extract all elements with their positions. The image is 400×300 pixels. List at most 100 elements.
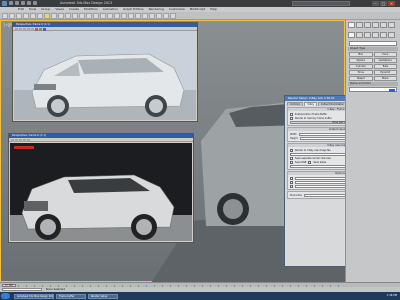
- display-tab-icon[interactable]: [380, 22, 387, 28]
- maximize-icon[interactable]: □: [380, 1, 387, 6]
- unlink-button[interactable]: [23, 13, 29, 19]
- close-icon[interactable]: ×: [388, 1, 395, 6]
- undo-icon[interactable]: [27, 1, 31, 5]
- geosphere-button[interactable]: GeoSphere: [373, 58, 397, 63]
- lights-icon[interactable]: [364, 32, 371, 38]
- green-channel-icon[interactable]: [39, 27, 42, 31]
- save-image-icon[interactable]: [15, 27, 18, 31]
- command-panel: Object Type Box Cone Sphere GeoSphere Cy…: [345, 20, 400, 282]
- option-checkbox-1[interactable]: [290, 176, 293, 180]
- width-label: Width: [290, 132, 297, 136]
- red-channel-icon[interactable]: [35, 27, 38, 31]
- move-button[interactable]: [65, 13, 71, 19]
- start-button[interactable]: [1, 293, 10, 299]
- angle-snap-button[interactable]: [107, 13, 113, 19]
- save-image-icon[interactable]: [11, 138, 14, 142]
- rotate-button[interactable]: [72, 13, 78, 19]
- new-file-icon[interactable]: [9, 1, 13, 5]
- tab-common[interactable]: Common: [287, 102, 304, 106]
- curve-editor-button[interactable]: [142, 13, 148, 19]
- tab-vray[interactable]: V-Ray: [304, 102, 317, 106]
- clear-icon[interactable]: [27, 138, 30, 142]
- taskbar-item-frame-buffer[interactable]: Frame buffer: [56, 293, 86, 299]
- utilities-tab-icon[interactable]: [388, 22, 395, 28]
- snaps-toggle-button[interactable]: [100, 13, 106, 19]
- option-checkbox-3[interactable]: [290, 184, 293, 188]
- render-to-file-label: Render to V-Ray raw image file: [295, 148, 331, 152]
- reference-coord-button[interactable]: [86, 13, 92, 19]
- taskbar-item-render-setup[interactable]: Render Setup: [88, 293, 118, 299]
- torus-button[interactable]: Torus: [349, 70, 373, 75]
- helpers-icon[interactable]: [380, 32, 387, 38]
- material-editor-button[interactable]: [149, 13, 155, 19]
- geometry-icon[interactable]: [348, 32, 355, 38]
- print-icon[interactable]: [23, 138, 26, 142]
- object-name-field[interactable]: [349, 87, 397, 92]
- sphere-button[interactable]: Sphere: [349, 58, 373, 63]
- clear-icon[interactable]: [31, 27, 34, 31]
- app-logo-icon[interactable]: [2, 1, 7, 6]
- search-input[interactable]: [292, 1, 350, 6]
- object-color-swatch[interactable]: [389, 88, 395, 92]
- select-region-button[interactable]: [58, 13, 64, 19]
- mirror-button[interactable]: [121, 13, 127, 19]
- option-checkbox-2[interactable]: [290, 180, 293, 184]
- redo-button[interactable]: [9, 13, 15, 19]
- taskbar-item-3dsmax[interactable]: Autodesk 3ds Max Design 2013: [14, 293, 54, 299]
- name-color-rollout[interactable]: Name and Color: [348, 82, 398, 86]
- align-button[interactable]: [128, 13, 134, 19]
- window-title: Autodesk 3ds Max Design 2013: [60, 1, 113, 5]
- space-warps-icon[interactable]: [388, 32, 395, 38]
- select-by-name-button[interactable]: [51, 13, 57, 19]
- redo-icon[interactable]: [33, 1, 37, 5]
- create-tab-icon[interactable]: [348, 22, 355, 28]
- render-frame-window-bottom[interactable]: Perspective, frame 0 (1:1): [8, 133, 194, 243]
- cone-button[interactable]: Cone: [373, 52, 397, 57]
- primitive-type-dropdown[interactable]: [349, 41, 397, 46]
- enable-vfb-checkbox[interactable]: [290, 112, 293, 116]
- undo-button[interactable]: [2, 13, 8, 19]
- tube-button[interactable]: Tube: [373, 64, 397, 69]
- render-setup-button[interactable]: [156, 13, 162, 19]
- modify-tab-icon[interactable]: [356, 22, 363, 28]
- height-label: Height: [290, 136, 298, 140]
- blue-channel-icon[interactable]: [43, 27, 46, 31]
- select-object-button[interactable]: [44, 13, 50, 19]
- minimize-icon[interactable]: –: [372, 1, 379, 6]
- render-to-file-checkbox[interactable]: [290, 148, 293, 152]
- tab-indirect-illumination[interactable]: Indirect illumination: [317, 102, 347, 106]
- save-alpha-checkbox[interactable]: [308, 160, 312, 164]
- render-production-button[interactable]: [170, 13, 176, 19]
- pyramid-button[interactable]: Pyramid: [373, 70, 397, 75]
- clone-window-icon[interactable]: [23, 27, 26, 31]
- object-type-rollout[interactable]: Object Type: [348, 47, 398, 51]
- enable-vfb-label: Enable built-in Frame Buffer: [295, 112, 328, 116]
- copy-image-icon[interactable]: [19, 27, 22, 31]
- maxscript-listener-input[interactable]: [2, 288, 42, 291]
- split-channels-checkbox[interactable]: [290, 156, 293, 160]
- copy-image-icon[interactable]: [15, 138, 18, 142]
- print-icon[interactable]: [27, 27, 30, 31]
- cylinder-button[interactable]: Cylinder: [349, 64, 373, 69]
- teapot-button[interactable]: Teapot: [349, 76, 373, 81]
- save-file-icon[interactable]: [21, 1, 25, 5]
- plane-button[interactable]: Plane: [373, 76, 397, 81]
- link-button[interactable]: [16, 13, 22, 19]
- shapes-icon[interactable]: [356, 32, 363, 38]
- save-rgb-checkbox[interactable]: [290, 160, 293, 164]
- open-file-icon[interactable]: [15, 1, 19, 5]
- percent-snap-button[interactable]: [114, 13, 120, 19]
- selection-filter-button[interactable]: [37, 13, 43, 19]
- bind-space-warp-button[interactable]: [30, 13, 36, 19]
- cameras-icon[interactable]: [372, 32, 379, 38]
- clone-window-icon[interactable]: [19, 138, 22, 142]
- motion-tab-icon[interactable]: [372, 22, 379, 28]
- box-button[interactable]: Box: [349, 52, 373, 57]
- pivot-center-button[interactable]: [93, 13, 99, 19]
- layer-manager-button[interactable]: [135, 13, 141, 19]
- hierarchy-tab-icon[interactable]: [364, 22, 371, 28]
- rendered-frame-window-button[interactable]: [163, 13, 169, 19]
- scale-button[interactable]: [79, 13, 85, 19]
- render-frame-window-top[interactable]: Perspective, frame 0 (1:1): [12, 22, 198, 122]
- render-to-memory-checkbox[interactable]: [290, 116, 293, 120]
